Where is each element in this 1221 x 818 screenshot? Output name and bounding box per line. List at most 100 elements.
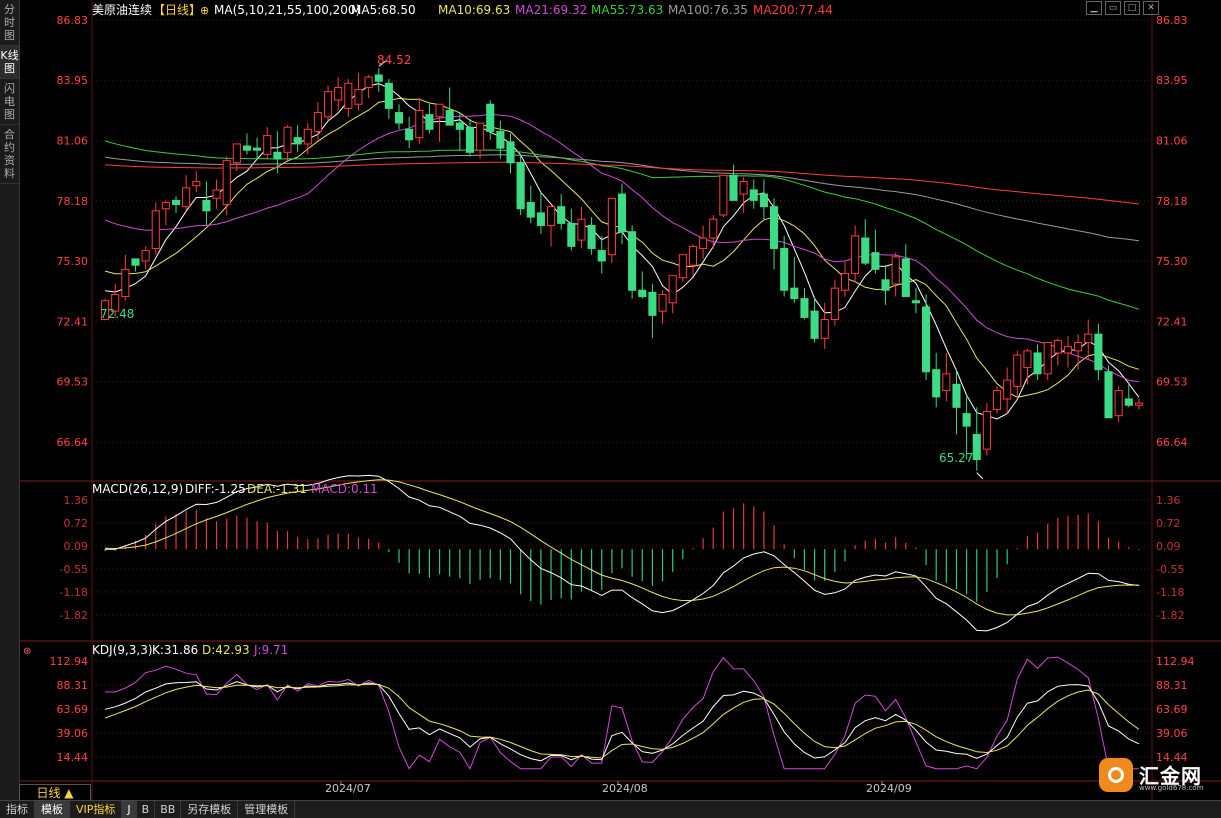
candle-down — [465, 126, 475, 153]
candle-up — [192, 181, 201, 187]
ma55-value: MA55:73.63 — [591, 3, 663, 17]
sidebar-tab-kline[interactable]: K线图 — [0, 46, 19, 79]
candle-up — [840, 273, 850, 291]
candle-down — [394, 112, 404, 124]
ma10-value: MA10:69.63 — [438, 3, 510, 17]
candle-up — [1023, 350, 1032, 369]
candle-up — [182, 187, 191, 208]
macd-hist-value: MACD:0.11 — [311, 482, 378, 496]
candle-up — [1053, 339, 1062, 354]
candle-down — [445, 110, 454, 126]
candle-down — [648, 291, 657, 316]
price-tick-right: 69.53 — [1156, 376, 1188, 389]
candle-down — [171, 199, 181, 206]
candle-down — [1094, 333, 1103, 371]
logo-url: www.gold678.com — [1139, 784, 1204, 792]
candle-down — [253, 147, 262, 151]
macd-panel — [104, 474, 1140, 632]
ma10-line — [104, 97, 1140, 398]
candle-down — [587, 224, 596, 249]
candle-down — [790, 287, 799, 300]
candle-down — [374, 74, 383, 82]
candle-down — [242, 145, 252, 151]
kdj-tick-right: 112.94 — [1156, 655, 1195, 668]
sidebar-tab-contract-info[interactable]: 合约资料 — [0, 125, 19, 184]
candle-down — [617, 193, 627, 233]
candle-up — [1043, 342, 1052, 375]
candle-down — [769, 206, 779, 249]
candle-down — [516, 162, 525, 210]
macd-dea-line — [105, 479, 1139, 616]
macd-title: MACD(26,12,9) — [92, 482, 183, 496]
kdj-d-line — [104, 683, 1140, 759]
candle-up — [161, 201, 170, 210]
symbol-title: 美原油连续 — [92, 2, 152, 17]
candle-up — [942, 373, 951, 392]
candle-down — [526, 201, 535, 218]
ma21-value: MA21:69.32 — [515, 3, 587, 17]
candle-up — [121, 268, 130, 298]
kdj-tick-left: 39.06 — [57, 727, 89, 740]
candle-down — [567, 222, 576, 247]
macd-tick-left: -1.18 — [60, 586, 88, 599]
restore-icon[interactable]: ▭ — [1105, 1, 1121, 15]
candle-up — [739, 181, 748, 195]
low-marker — [976, 472, 984, 479]
candle-down — [952, 383, 961, 408]
tab-vip-indicators[interactable]: VIP指标 — [70, 801, 123, 818]
candle-down — [871, 252, 880, 270]
price-tick-left: 78.18 — [57, 195, 89, 208]
ma5-value: MA5:68.50 — [351, 3, 416, 17]
tab-manage-templates[interactable]: 管理模板 — [238, 801, 296, 818]
candle-up — [982, 410, 991, 450]
tab-bb[interactable]: BB — [155, 801, 182, 818]
candle-down — [861, 237, 870, 264]
tab-templates[interactable]: 模板 — [35, 801, 70, 818]
candle-up — [364, 76, 373, 89]
tab-j[interactable]: J — [122, 801, 137, 818]
tab-indicators[interactable]: 指标 — [0, 801, 35, 818]
candle-up — [324, 91, 333, 118]
price-tick-right: 83.95 — [1156, 74, 1188, 87]
candle-up — [709, 218, 718, 239]
candle-up — [668, 275, 677, 304]
candle-down — [597, 250, 606, 262]
price-tick-left: 75.30 — [57, 255, 89, 268]
tab-save-template-as[interactable]: 另存模板 — [181, 801, 239, 818]
kdj-settings-icon[interactable]: ⊛ — [23, 646, 31, 657]
macd-tick-right: 0.09 — [1156, 540, 1181, 553]
close-icon[interactable]: ✕ — [1143, 1, 1159, 15]
kdj-tick-right: 39.06 — [1156, 727, 1188, 740]
price-tick-left: 66.64 — [57, 436, 89, 449]
candle-down — [881, 279, 890, 291]
price-tick-right: 86.83 — [1156, 14, 1188, 27]
candle-up — [151, 210, 160, 249]
minimize-icon[interactable]: ▁ — [1086, 1, 1102, 15]
sidebar-tab-flash[interactable]: 闪电图 — [0, 79, 19, 125]
sidebar-tab-timeshare[interactable]: 分时图 — [0, 0, 19, 46]
macd-tick-right: 1.36 — [1156, 494, 1181, 507]
candle-down — [557, 206, 566, 224]
macd-tick-right: 0.72 — [1156, 517, 1181, 530]
candle-up — [992, 390, 1002, 410]
candle-up — [263, 135, 272, 155]
price-tick-right: 81.06 — [1156, 135, 1188, 148]
price-tick-left: 86.83 — [57, 14, 89, 27]
kdj-d-value: D:42.93 — [202, 643, 250, 657]
candle-down — [780, 247, 789, 291]
candle-down — [425, 114, 434, 130]
x-label-aug: 2024/08 — [602, 782, 648, 795]
candle-down — [911, 300, 920, 304]
kdj-title: KDJ(9,3,3) — [92, 643, 153, 657]
sidebar: 分时图 K线图 闪电图 合约资料 — [0, 0, 20, 800]
tab-b[interactable]: B — [137, 801, 156, 818]
candle-up — [577, 218, 586, 241]
chart-area[interactable]: 86.83 86.83 83.95 83.95 81.06 81.06 78.18 78.18… — [19, 0, 1221, 800]
candle-up — [313, 112, 322, 132]
lock-icon[interactable]: ⊕ — [200, 4, 209, 17]
candle-down — [800, 298, 809, 318]
candle-down — [1104, 371, 1113, 419]
candle-down — [972, 433, 981, 461]
macd-tick-right: -0.55 — [1156, 563, 1184, 576]
maximize-icon[interactable]: □ — [1124, 1, 1140, 15]
